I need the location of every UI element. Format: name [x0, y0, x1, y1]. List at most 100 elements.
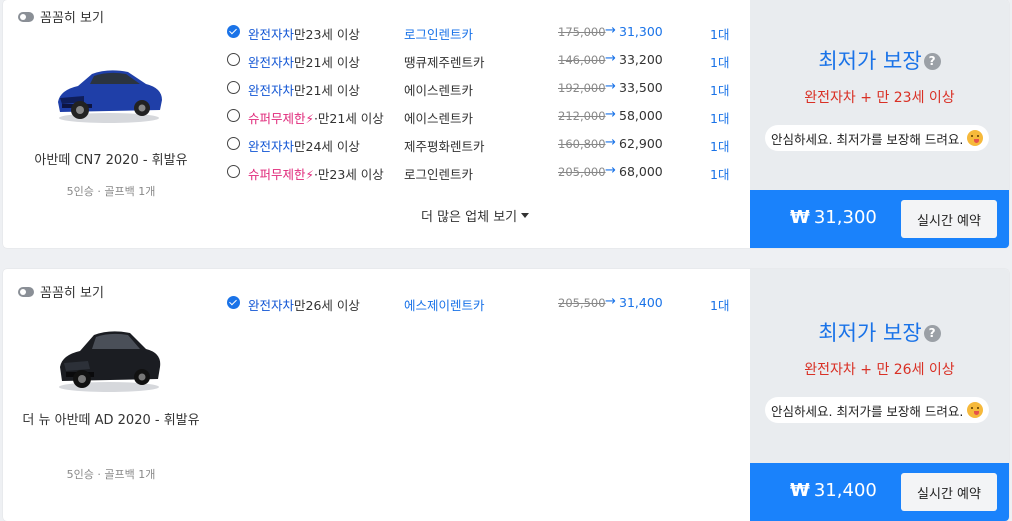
offer-row[interactable]: 완전자차만26세 이상 에스제이렌트카 205,500 → 31,400 1대 [225, 289, 745, 317]
arrow-right-icon: → [605, 107, 616, 122]
insurance-label: 완전자차 [248, 139, 295, 154]
car-image [58, 70, 162, 123]
caret-down-icon [521, 213, 530, 218]
offer-radio[interactable] [227, 81, 240, 94]
best-price-panel: 최저가 보장? 완전자차 + 만 26세 이상 안심하세요. 최저가를 보장해 … [750, 269, 1009, 521]
insurance-label: 완전자차 [248, 27, 295, 42]
car-info: 꼼꼼히 보기 아반떼 CN7 2020 - 휘발유 5인승 · 골프백 1개 [3, 0, 213, 248]
won-symbol: ₩ [790, 207, 810, 228]
car-count: 1대 [710, 27, 730, 42]
kissing-face-icon [967, 130, 984, 146]
total-price: ₩31,300 [790, 207, 877, 228]
sale-price: 33,200 [619, 52, 663, 67]
rental-company: 로그인렌트카 [404, 27, 474, 42]
offer-row[interactable]: 완전자차만23세 이상 로그인렌트카 175,000 → 31,300 1대 [225, 18, 745, 46]
car-count: 1대 [710, 83, 730, 98]
total-price: ₩31,400 [790, 480, 877, 501]
arrow-right-icon: → [605, 79, 616, 94]
question-circle-icon[interactable]: ? [923, 325, 941, 342]
sale-price: 62,900 [619, 136, 663, 151]
offer-radio[interactable] [227, 53, 240, 66]
offer-radio[interactable] [227, 165, 240, 178]
realtime-booking-button[interactable]: 실시간 예약 [901, 473, 997, 511]
original-price: 175,000 [558, 25, 606, 39]
sale-price: 31,300 [619, 24, 663, 39]
price-value: 31,400 [813, 480, 877, 501]
price-bar: ₩31,300 실시간 예약 [750, 190, 1009, 248]
toggle-icon [18, 286, 34, 297]
offer-radio-checked[interactable] [227, 296, 240, 309]
best-price-title-text: 최저가 보장 [818, 321, 922, 345]
age-requirement: 만24세 이상 [294, 139, 360, 154]
arrow-right-icon: → [605, 51, 616, 66]
detail-toggle[interactable]: 꼼꼼히 보기 [18, 282, 104, 301]
offer-radio-checked[interactable] [227, 25, 240, 38]
insurance-label: 완전자차 [248, 298, 295, 313]
offer-row[interactable]: 완전자차만21세 이상 에이스렌트카 192,000 → 33,500 1대 [225, 74, 745, 102]
car-name: 더 뉴 아반떼 AD 2020 - 휘발유 [22, 413, 200, 428]
best-price-title-text: 최저가 보장 [818, 49, 922, 73]
reassurance-text: 안심하세요. 최저가를 보장해 드려요. [771, 403, 964, 419]
car-card: 꼼꼼히 보기 더 뉴 아반떼 AD 2020 - 휘발유 5인승 · 골프백 1… [3, 269, 1009, 521]
sale-price: 58,000 [619, 108, 663, 123]
offer-radio[interactable] [227, 109, 240, 122]
kissing-face-icon [967, 402, 984, 418]
original-price: 146,000 [558, 53, 606, 67]
best-price-condition: 완전자차 + 만 26세 이상 [804, 362, 955, 378]
original-price: 205,500 [558, 296, 606, 310]
rental-company: 에이스렌트카 [404, 83, 474, 98]
detail-toggle-label: 꼼꼼히 보기 [40, 286, 104, 301]
insurance-label: 완전자차 [248, 55, 295, 70]
car-info: 꼼꼼히 보기 더 뉴 아반떼 AD 2020 - 휘발유 5인승 · 골프백 1… [3, 269, 213, 521]
offer-row[interactable]: 완전자차만24세 이상 제주평화렌트카 160,800 → 62,900 1대 [225, 130, 745, 158]
question-circle-icon[interactable]: ? [923, 53, 941, 70]
won-symbol: ₩ [790, 480, 810, 501]
reassurance-bubble: 안심하세요. 최저가를 보장해 드려요. [765, 125, 990, 151]
rental-company: 에이스렌트카 [404, 111, 474, 126]
rental-company: 제주평화렌트카 [404, 139, 485, 154]
best-price-title: 최저가 보장? [750, 45, 1009, 75]
best-price-condition: 완전자차 + 만 23세 이상 [804, 90, 955, 106]
sale-price: 68,000 [619, 164, 663, 179]
car-count: 1대 [710, 111, 730, 126]
more-companies-label: 더 많은 업체 보기 [421, 210, 518, 225]
age-requirement: 만21세 이상 [294, 83, 360, 98]
age-requirement: ·만23세 이상 [313, 167, 384, 182]
insurance-label: 슈퍼무제한 [248, 111, 306, 126]
price-bar: ₩31,400 실시간 예약 [750, 463, 1009, 521]
arrow-right-icon: → [605, 294, 616, 309]
detail-toggle[interactable]: 꼼꼼히 보기 [18, 7, 104, 26]
original-price: 192,000 [558, 81, 606, 95]
insurance-label: 슈퍼무제한 [248, 167, 306, 182]
reassurance-bubble: 안심하세요. 최저가를 보장해 드려요. [765, 397, 990, 423]
car-count: 1대 [710, 167, 730, 182]
toggle-icon [18, 11, 34, 22]
rental-company: 땡큐제주렌트카 [404, 55, 485, 70]
car-count: 1대 [710, 139, 730, 154]
best-price-panel: 최저가 보장? 완전자차 + 만 23세 이상 안심하세요. 최저가를 보장해 … [750, 0, 1009, 248]
more-companies-button[interactable]: 더 많은 업체 보기 [421, 206, 530, 225]
arrow-right-icon: → [605, 163, 616, 178]
realtime-booking-button[interactable]: 실시간 예약 [901, 200, 997, 238]
offer-row[interactable]: 슈퍼무제한⚡·만21세 이상 에이스렌트카 212,000 → 58,000 1… [225, 102, 745, 130]
car-spec: 5인승 · 골프백 1개 [66, 468, 156, 481]
rental-company: 로그인렌트카 [404, 167, 474, 182]
rental-company: 에스제이렌트카 [404, 298, 485, 313]
original-price: 212,000 [558, 109, 606, 123]
offer-row[interactable]: 완전자차만21세 이상 땡큐제주렌트카 146,000 → 33,200 1대 [225, 46, 745, 74]
offer-radio[interactable] [227, 137, 240, 150]
original-price: 205,000 [558, 165, 606, 179]
offer-list: 완전자차만26세 이상 에스제이렌트카 205,500 → 31,400 1대 [225, 289, 745, 317]
sale-price: 33,500 [619, 80, 663, 95]
insurance-label: 완전자차 [248, 83, 295, 98]
lightning-bolt-icon: ⚡ [305, 168, 314, 182]
original-price: 160,800 [558, 137, 606, 151]
sale-price: 31,400 [619, 295, 663, 310]
best-price-title: 최저가 보장? [750, 317, 1009, 347]
car-card: 꼼꼼히 보기 아반떼 CN7 2020 - 휘발유 5인승 · 골프백 1개 완… [3, 0, 1009, 248]
offer-list: 완전자차만23세 이상 로그인렌트카 175,000 → 31,300 1대 완… [225, 18, 745, 186]
car-image [59, 331, 161, 392]
offer-row[interactable]: 슈퍼무제한⚡·만23세 이상 로그인렌트카 205,000 → 68,000 1… [225, 158, 745, 186]
car-spec: 5인승 · 골프백 1개 [66, 185, 156, 198]
reassurance-text: 안심하세요. 최저가를 보장해 드려요. [771, 131, 964, 147]
